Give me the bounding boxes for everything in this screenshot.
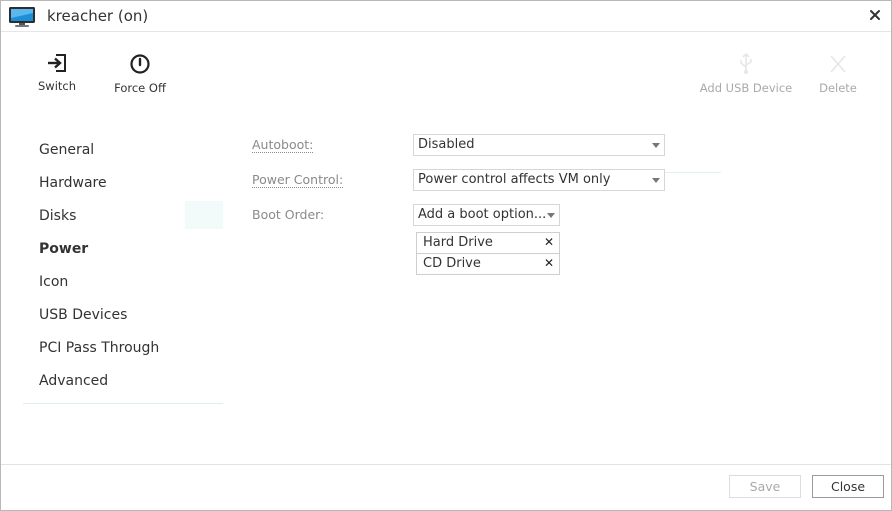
- force-off-label: Force Off: [114, 81, 166, 95]
- sidebar-item-disks[interactable]: Disks: [39, 208, 76, 224]
- sidebar-item-icon[interactable]: Icon: [39, 274, 68, 290]
- autoboot-label: Autoboot:: [252, 137, 314, 153]
- close-button[interactable]: Close: [812, 475, 884, 498]
- hover-highlight: [185, 201, 223, 229]
- window-title: kreacher (on): [47, 7, 149, 25]
- power-icon: [130, 54, 150, 74]
- monitor-icon: [9, 7, 35, 27]
- sidebar-item-power[interactable]: Power: [39, 241, 88, 257]
- power-control-value: Power control affects VM only: [418, 172, 611, 187]
- divider: [665, 172, 721, 173]
- boot-order-item: Hard Drive ✕: [416, 232, 560, 254]
- switch-button[interactable]: Switch: [35, 53, 79, 93]
- boot-order-item-label: Hard Drive: [423, 235, 493, 250]
- sidebar-item-pci-pass-through[interactable]: PCI Pass Through: [39, 340, 159, 356]
- switch-label: Switch: [37, 79, 77, 93]
- switch-icon: [48, 54, 66, 72]
- boot-option-select[interactable]: Add a boot option...: [413, 204, 560, 226]
- chevron-down-icon: [652, 143, 660, 148]
- power-control-label: Power Control:: [252, 172, 344, 188]
- boot-option-placeholder: Add a boot option...: [418, 207, 547, 222]
- chevron-down-icon: [547, 213, 555, 218]
- delete-button[interactable]: Delete: [815, 53, 861, 95]
- power-control-select[interactable]: Power control affects VM only: [413, 169, 665, 191]
- delete-x-icon: [830, 55, 846, 73]
- vm-settings-window: kreacher (on) Switch Force Off Add USB D…: [0, 0, 892, 511]
- sidebar-item-usb-devices[interactable]: USB Devices: [39, 307, 127, 323]
- boot-order-label: Boot Order:: [252, 207, 325, 222]
- save-button[interactable]: Save: [729, 475, 801, 498]
- chevron-down-icon: [652, 178, 660, 183]
- add-usb-device-label: Add USB Device: [699, 81, 793, 95]
- close-icon[interactable]: [867, 7, 883, 23]
- boot-order-item: CD Drive ✕: [416, 253, 560, 275]
- remove-icon[interactable]: ✕: [544, 235, 554, 249]
- sidebar-item-hardware[interactable]: Hardware: [39, 175, 107, 191]
- usb-icon: [740, 53, 752, 74]
- autoboot-select[interactable]: Disabled: [413, 134, 665, 156]
- autoboot-value: Disabled: [418, 137, 475, 152]
- remove-icon[interactable]: ✕: [544, 256, 554, 270]
- sidebar-item-general[interactable]: General: [39, 142, 94, 158]
- add-usb-device-button[interactable]: Add USB Device: [698, 53, 794, 95]
- boot-order-item-label: CD Drive: [423, 256, 481, 271]
- title-bar: kreacher (on): [1, 1, 891, 32]
- settings-sidebar: General Hardware Disks Power Icon USB De…: [23, 134, 223, 404]
- delete-label: Delete: [819, 81, 857, 95]
- force-off-button[interactable]: Force Off: [109, 53, 171, 95]
- sidebar-item-advanced[interactable]: Advanced: [39, 373, 108, 389]
- footer-divider: [1, 464, 891, 465]
